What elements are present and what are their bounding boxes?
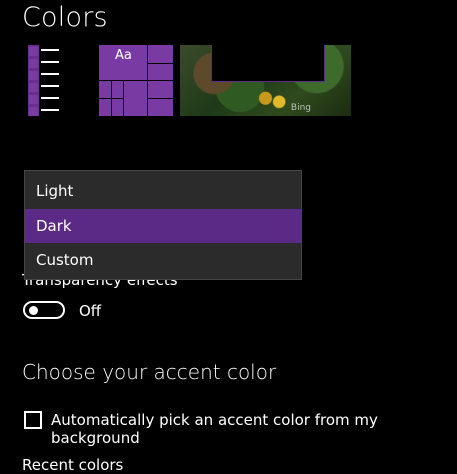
transparency-toggle[interactable] xyxy=(23,301,65,319)
auto-pick-accent-checkbox[interactable] xyxy=(24,411,42,429)
transparency-state: Off xyxy=(79,302,102,320)
theme-preview-start-menu xyxy=(28,45,60,116)
menu-square xyxy=(29,83,38,92)
wallpaper-watermark: Bing xyxy=(290,103,311,113)
option-label: Light xyxy=(36,182,74,200)
tile-divider xyxy=(147,98,173,99)
mode-option-dark[interactable]: Dark xyxy=(25,209,301,243)
auto-pick-accent-label[interactable]: Automatically pick an accent color from … xyxy=(51,411,457,447)
tiles-preview-label: Aa xyxy=(115,48,132,63)
menu-line xyxy=(41,73,59,75)
tile-divider xyxy=(123,80,124,116)
recent-colors-label: Recent colors xyxy=(22,456,124,474)
menu-line xyxy=(41,109,59,111)
menu-square xyxy=(29,71,38,80)
menu-line xyxy=(41,49,59,51)
mode-option-custom[interactable]: Custom xyxy=(25,243,301,277)
toggle-knob xyxy=(29,306,38,315)
accent-heading: Choose your accent color xyxy=(22,360,277,384)
menu-square xyxy=(29,59,38,68)
theme-preview-tiles: Aa xyxy=(99,45,173,116)
page-title: Colors xyxy=(22,2,108,33)
option-label: Custom xyxy=(36,251,94,269)
color-mode-dropdown[interactable]: Light Dark Custom xyxy=(24,170,302,280)
tile-divider xyxy=(111,80,112,116)
menu-square xyxy=(29,107,38,116)
preview-window xyxy=(211,45,325,82)
menu-line xyxy=(41,97,59,99)
theme-preview-wallpaper: Bing xyxy=(180,45,351,116)
menu-line xyxy=(41,85,59,87)
menu-square xyxy=(29,95,38,104)
option-label: Dark xyxy=(36,217,72,235)
menu-line xyxy=(41,61,59,63)
mode-option-light[interactable]: Light xyxy=(25,174,301,208)
menu-square xyxy=(29,47,38,56)
tile-divider xyxy=(147,63,173,64)
